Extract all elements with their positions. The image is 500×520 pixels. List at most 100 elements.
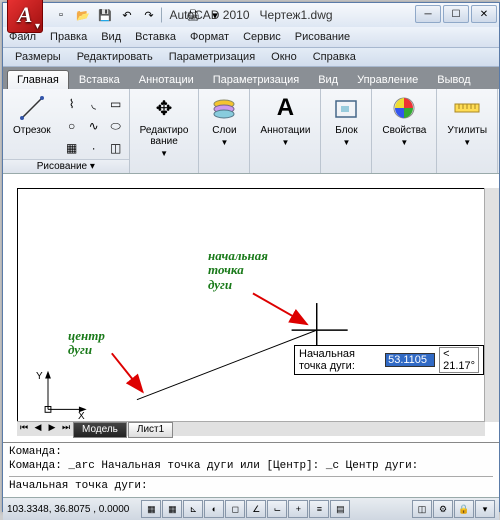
app-menu-button[interactable]: A [7, 0, 43, 33]
layers-button[interactable]: Слои ▼ [203, 91, 245, 149]
qat-undo-icon[interactable]: ↶ [117, 5, 137, 25]
menu-window[interactable]: Окно [271, 51, 297, 63]
grid-toggle[interactable]: ▦ [162, 500, 182, 518]
ortho-toggle[interactable]: ⊾ [183, 500, 203, 518]
workspace-icon[interactable]: ⚙ [433, 500, 453, 518]
menubar-2: Размеры Редактировать Параметризация Окн… [3, 48, 499, 67]
ducs-toggle[interactable]: ⌙ [267, 500, 287, 518]
dyn-toggle[interactable]: + [288, 500, 308, 518]
menu-modify[interactable]: Редактировать [77, 51, 153, 63]
modify-button[interactable]: ✥ Редактиро вание ▼ [134, 91, 195, 160]
tab-view[interactable]: Вид [309, 71, 347, 89]
line-label: Отрезок [13, 125, 51, 136]
qat-redo-icon[interactable]: ↷ [139, 5, 159, 25]
properties-label: Свойства [382, 125, 426, 136]
qat-save-icon[interactable]: 💾 [95, 5, 115, 25]
menu-draw[interactable]: Рисование [295, 31, 350, 43]
ellipse-icon[interactable]: ⬭ [105, 115, 127, 137]
spline-icon[interactable]: ∿ [83, 115, 105, 137]
annotations-button[interactable]: A Аннотации ▼ [254, 91, 316, 149]
tab-insert[interactable]: Вставка [70, 71, 129, 89]
draw-tools-grid: ⌇ ◟ ▭ ○ ∿ ⬭ ▦ · ◫ [61, 93, 125, 157]
region-icon[interactable]: ◫ [105, 137, 127, 159]
hatch-icon[interactable]: ▦ [61, 137, 83, 159]
panel-draw-title[interactable]: Рисование ▾ [3, 159, 129, 173]
qat-print-icon[interactable]: 🖨 [183, 5, 203, 25]
cmd-line-1: Команда: [9, 445, 493, 459]
tab-parametric[interactable]: Параметризация [204, 71, 308, 89]
move-icon: ✥ [149, 93, 179, 123]
utilities-button[interactable]: Утилиты ▼ [441, 91, 493, 149]
menu-view[interactable]: Вид [101, 31, 121, 43]
menu-service[interactable]: Сервис [243, 31, 281, 43]
circle-icon[interactable]: ○ [61, 115, 83, 137]
drawing-svg [18, 189, 484, 421]
modify-label: Редактиро вание [140, 125, 189, 147]
ribbon-tabs: Главная Вставка Аннотации Параметризация… [3, 67, 499, 89]
menu-format[interactable]: Формат [190, 31, 229, 43]
minimize-button[interactable]: ─ [415, 5, 441, 23]
qat-open-icon[interactable]: 📂 [73, 5, 93, 25]
close-button[interactable]: ✕ [471, 5, 497, 23]
properties-button[interactable]: Свойства ▼ [376, 91, 432, 149]
status-coords: 103.3348, 36.8075 , 0.0000 [7, 504, 129, 515]
panel-properties: Свойства ▼ [372, 89, 437, 173]
point-icon[interactable]: · [83, 137, 105, 159]
lock-icon[interactable]: 🔒 [454, 500, 474, 518]
text-a-icon: A [270, 93, 300, 123]
quick-access-toolbar: ▫ 📂 💾 ↶ ↷ 🖨 ▾ [51, 5, 225, 25]
menu-parametric[interactable]: Параметризация [169, 51, 255, 63]
maximize-button[interactable]: ☐ [443, 5, 469, 23]
panel-layers: Слои ▼ [199, 89, 250, 173]
rect-icon[interactable]: ▭ [105, 93, 127, 115]
tab-annotations[interactable]: Аннотации [130, 71, 203, 89]
snap-toggle[interactable]: ▦ [141, 500, 161, 518]
annotations-label: Аннотации [260, 125, 310, 136]
tooltip-distance-input[interactable] [385, 353, 435, 367]
status-right: ◫ ⚙ 🔒 ▾ [412, 500, 495, 518]
status-toggles: ▦ ▦ ⊾ ◐ ◻ ∠ ⌙ + ≡ ▤ [141, 500, 350, 518]
otrack-toggle[interactable]: ∠ [246, 500, 266, 518]
qat-new-icon[interactable]: ▫ [51, 5, 71, 25]
line-button[interactable]: Отрезок [7, 91, 57, 157]
arc-icon[interactable]: ◟ [83, 93, 105, 115]
qat-dropdown-icon[interactable]: ▾ [205, 5, 225, 25]
menu-insert[interactable]: Вставка [135, 31, 176, 43]
panel-draw: Отрезок ⌇ ◟ ▭ ○ ∿ ⬭ ▦ · ◫ Рисование ▾ [3, 89, 130, 173]
block-button[interactable]: Блок ▼ [325, 91, 367, 149]
layers-icon [209, 93, 239, 123]
qp-toggle[interactable]: ▤ [330, 500, 350, 518]
polar-toggle[interactable]: ◐ [204, 500, 224, 518]
lwt-toggle[interactable]: ≡ [309, 500, 329, 518]
dynamic-input-tooltip: Начальная точка дуги: < 21.17° [294, 345, 484, 375]
color-wheel-icon [389, 93, 419, 123]
menu-edit[interactable]: Правка [50, 31, 87, 43]
model-paper-toggle[interactable]: ◫ [412, 500, 432, 518]
tab-home[interactable]: Главная [7, 70, 69, 89]
tooltip-label: Начальная точка дуги: [299, 348, 381, 372]
model-tab[interactable]: Модель [73, 422, 127, 438]
drawing-area-wrap: начальная точка дуги центр дуги Y X Нача… [3, 174, 499, 442]
polyline-icon[interactable]: ⌇ [61, 93, 83, 115]
ucs-icon [45, 371, 87, 413]
drawing-canvas[interactable]: начальная точка дуги центр дуги Y X Нача… [17, 188, 485, 422]
scrollbar-vertical[interactable] [484, 188, 499, 422]
tab-output[interactable]: Вывод [428, 71, 479, 89]
osnap-toggle[interactable]: ◻ [225, 500, 245, 518]
tab-nav-prev[interactable]: ◀ [31, 422, 45, 436]
tab-nav-first[interactable]: ⏮ [17, 422, 31, 436]
qat-separator [161, 7, 181, 23]
menu-dimensions[interactable]: Размеры [15, 51, 61, 63]
tab-nav-next[interactable]: ▶ [45, 422, 59, 436]
cmd-line-2: Команда: _arc Начальная точка дуги или [… [9, 459, 493, 473]
menu-help[interactable]: Справка [313, 51, 356, 63]
tray-icon[interactable]: ▾ [475, 500, 495, 518]
utilities-label: Утилиты [447, 125, 487, 136]
block-icon [331, 93, 361, 123]
line-icon [17, 93, 47, 123]
layout1-tab[interactable]: Лист1 [128, 422, 173, 438]
tooltip-angle: < 21.17° [439, 347, 479, 373]
tab-manage[interactable]: Управление [348, 71, 427, 89]
command-line[interactable]: Команда: Команда: _arc Начальная точка д… [3, 442, 499, 497]
tab-nav-last[interactable]: ⏭ [59, 422, 73, 436]
